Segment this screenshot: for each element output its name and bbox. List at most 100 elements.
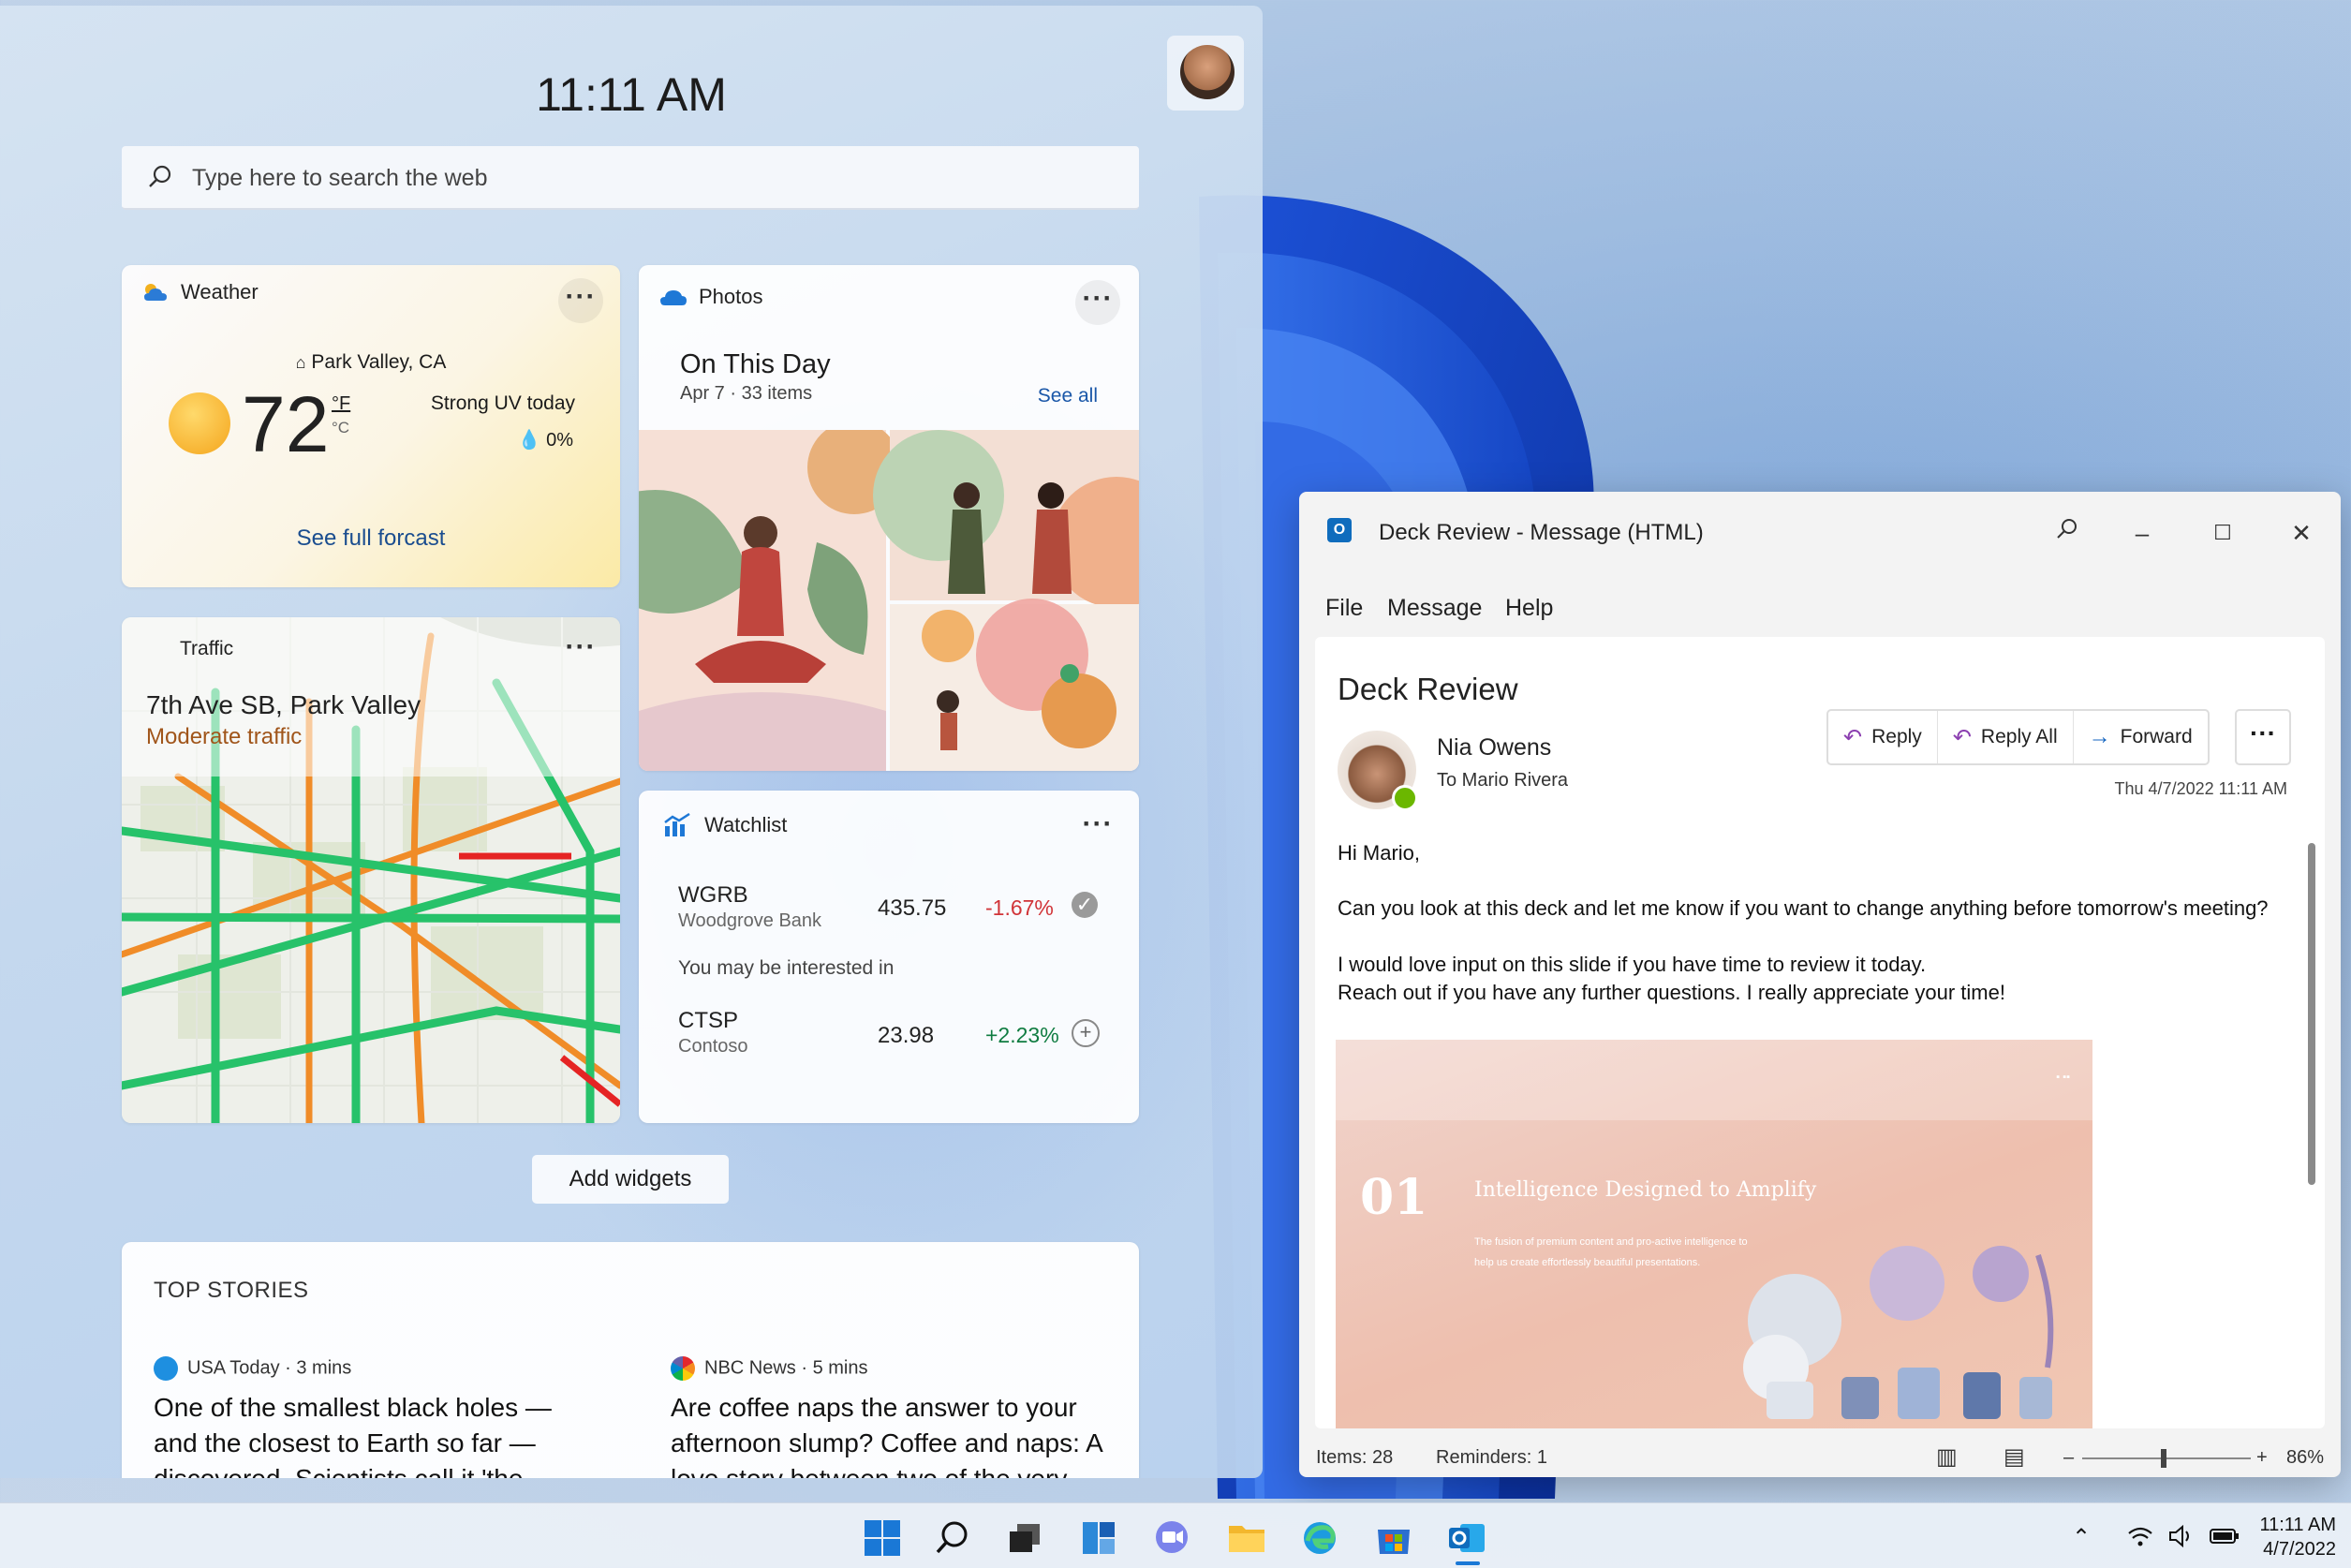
weather-more-button[interactable]: ···: [558, 278, 603, 323]
outlook-taskbar-icon[interactable]: [1445, 1518, 1488, 1558]
start-windows-icon[interactable]: [861, 1518, 904, 1558]
reply-button[interactable]: ↶ Reply: [1828, 711, 1938, 763]
outlook-icon: O: [1327, 518, 1352, 542]
zoom-slider[interactable]: [2082, 1457, 2251, 1459]
maximize-icon: ☐: [2213, 521, 2232, 544]
presence-available-icon: [1392, 785, 1418, 811]
weather-location-text: Park Valley, CA: [311, 351, 447, 373]
photos-more-button[interactable]: ···: [1075, 280, 1120, 325]
menu-help[interactable]: Help: [1505, 595, 1553, 622]
checkmark-icon[interactable]: ✓: [1072, 892, 1098, 918]
usa-today-logo-icon: [154, 1356, 178, 1381]
edge-browser-icon[interactable]: [1298, 1518, 1341, 1558]
traffic-street: 7th Ave SB, Park Valley: [146, 690, 421, 719]
story-headline[interactable]: One of the smallest black holes — and th…: [154, 1390, 594, 1478]
weather-widget[interactable]: Weather ··· ⌂ Park Valley, CA 72 °F °C S…: [122, 265, 620, 587]
more-actions-button[interactable]: ···: [2235, 709, 2291, 765]
watchlist-more-button[interactable]: ···: [1075, 806, 1120, 851]
reply-all-button[interactable]: ↶ Reply All: [1938, 711, 2074, 763]
photos-see-all-link[interactable]: See all: [1038, 385, 1098, 407]
slide-plants-illustration: [1743, 1246, 2054, 1419]
search-button[interactable]: [2050, 516, 2084, 550]
top-stories-widget: TOP STORIES USA Today · 3 mins One of th…: [122, 1242, 1139, 1478]
photos-title: Photos: [699, 285, 763, 308]
stock-change: -1.67%: [985, 895, 1054, 920]
zoom-level: 86%: [2286, 1447, 2325, 1468]
weather-title: Weather: [181, 280, 259, 303]
task-view-icon[interactable]: [1004, 1518, 1047, 1558]
full-forecast-link[interactable]: See full forcast: [122, 525, 620, 552]
photos-heading: On This Day: [680, 349, 831, 379]
reply-all-label: Reply All: [1980, 726, 2058, 747]
message-body-line: I would love input on this slide if you …: [1338, 953, 1927, 976]
precip-value: 0%: [546, 430, 573, 451]
slide-number: 01: [1360, 1169, 1428, 1226]
reminders-count: Reminders: 1: [1436, 1447, 1547, 1468]
volume-icon[interactable]: [2167, 1524, 2196, 1548]
watchlist-title: Watchlist: [704, 813, 788, 836]
photos-subtitle: Apr 7 · 33 items: [680, 383, 813, 404]
avatar: [1180, 45, 1235, 99]
window-title: Deck Review - Message (HTML): [1379, 520, 1704, 545]
search-icon: [149, 165, 171, 187]
chevron-up-icon[interactable]: ⌃: [2072, 1524, 2091, 1551]
story-source-text: USA Today · 3 mins: [187, 1357, 352, 1379]
weather-precipitation: 💧 0%: [518, 428, 573, 451]
taskbar-date: 4/7/2022: [2263, 1539, 2336, 1560]
stock-price: 435.75: [878, 895, 947, 921]
menu-file[interactable]: File: [1325, 595, 1363, 622]
search-icon[interactable]: [931, 1518, 974, 1558]
traffic-widget[interactable]: Traffic ··· 7th Ave SB, Park Valley Mode…: [122, 617, 620, 1123]
microsoft-store-icon[interactable]: [1372, 1518, 1415, 1558]
unit-celsius[interactable]: °C: [332, 419, 350, 437]
unit-fahrenheit[interactable]: °F: [332, 393, 350, 415]
add-widgets-button[interactable]: Add widgets: [532, 1155, 729, 1204]
story-headline[interactable]: Are coffee naps the answer to your after…: [671, 1390, 1111, 1478]
chat-icon[interactable]: [1151, 1518, 1194, 1558]
close-button[interactable]: ✕: [2284, 516, 2318, 550]
normal-view-icon[interactable]: ▥: [1936, 1443, 1958, 1471]
sender-name[interactable]: Nia Owens: [1437, 734, 1551, 762]
temperature-units[interactable]: °F °C: [332, 393, 350, 437]
slide-subtitle: The fusion of premium content and pro-ac…: [1474, 1236, 1748, 1268]
file-explorer-icon[interactable]: [1225, 1518, 1268, 1558]
stock-price: 23.98: [878, 1023, 935, 1048]
wifi-icon[interactable]: [2126, 1524, 2154, 1548]
reading-view-icon[interactable]: ▤: [2004, 1443, 2025, 1471]
stock-chart-icon: [664, 813, 690, 836]
web-search-box[interactable]: Type here to search the web: [122, 146, 1139, 210]
maximize-button[interactable]: ☐: [2206, 516, 2240, 550]
minimize-button[interactable]: –: [2125, 516, 2159, 550]
menu-message[interactable]: Message: [1387, 595, 1482, 622]
widgets-panel: 11:11 AM Type here to search the web Wea…: [0, 6, 1263, 1478]
taskbar-time: 11:11 AM: [2259, 1515, 2336, 1535]
battery-icon[interactable]: [2209, 1526, 2240, 1546]
widgets-icon[interactable]: [1077, 1518, 1120, 1558]
reply-all-icon: ↶: [1952, 724, 1972, 750]
photo-collage[interactable]: [639, 430, 1139, 771]
watchlist-widget[interactable]: Watchlist ··· WGRB Woodgrove Bank 435.75…: [639, 791, 1139, 1123]
add-icon[interactable]: +: [1072, 1019, 1100, 1047]
zoom-slider-thumb[interactable]: [2161, 1449, 2166, 1468]
slide-brand-logo: ▪ ▪▪: [2056, 1072, 2070, 1083]
weather-temperature: 72: [242, 380, 330, 468]
forward-button[interactable]: → Forward: [2074, 711, 2208, 763]
stock-symbol: CTSP: [678, 1008, 739, 1033]
widgets-clock: 11:11 AM: [536, 68, 727, 121]
zoom-out-icon[interactable]: –: [2063, 1447, 2074, 1469]
zoom-in-icon[interactable]: +: [2256, 1447, 2268, 1469]
forward-icon: →: [2088, 724, 2111, 749]
traffic-more-button[interactable]: ···: [558, 629, 603, 673]
message-actions: ↶ Reply ↶ Reply All → Forward: [1826, 709, 2210, 765]
nbc-peacock-icon: [671, 1356, 695, 1381]
system-clock[interactable]: 11:11 AM 4/7/2022: [2259, 1513, 2336, 1561]
photos-widget[interactable]: Photos ··· On This Day Apr 7 · 33 items …: [639, 265, 1139, 771]
vertical-scrollbar[interactable]: [2308, 843, 2315, 1185]
traffic-title: Traffic: [180, 638, 234, 659]
weather-cloud-icon: [144, 284, 167, 301]
search-placeholder: Type here to search the web: [192, 165, 488, 191]
embedded-slide-image[interactable]: ▪ ▪▪ 01 Intelligence Designed to Amplify…: [1336, 1040, 2092, 1428]
profile-avatar-button[interactable]: [1167, 36, 1244, 111]
forward-label: Forward: [2120, 726, 2193, 747]
suggestion-label: You may be interested in: [678, 957, 895, 979]
